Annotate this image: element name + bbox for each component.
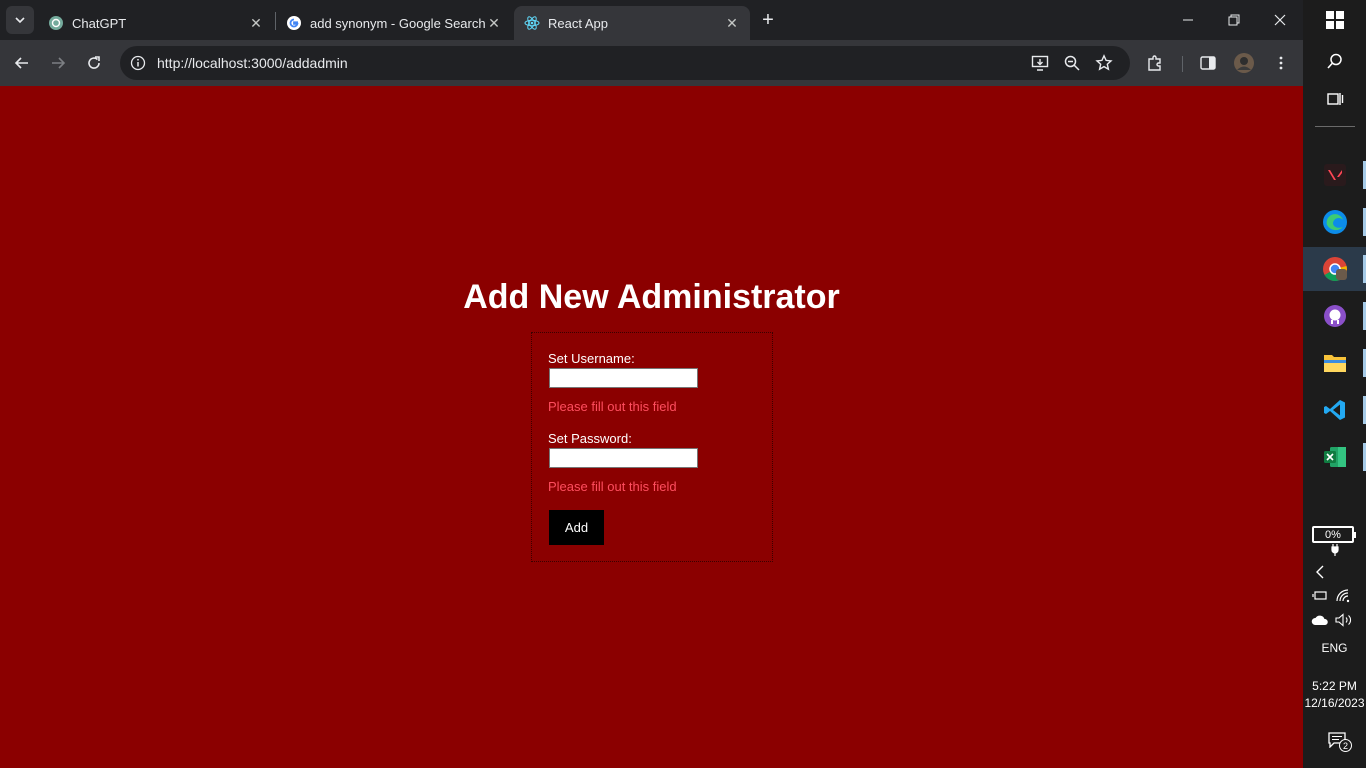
add-button[interactable]: Add (549, 510, 604, 545)
password-input[interactable] (549, 448, 698, 468)
taskbar-chrome[interactable] (1303, 247, 1366, 291)
tab-title: ChatGPT (72, 15, 127, 31)
forward-button[interactable] (43, 48, 73, 78)
site-info-icon[interactable] (128, 53, 148, 73)
extensions-icon[interactable] (1142, 50, 1168, 76)
folder-icon (1323, 355, 1346, 372)
profile-avatar[interactable] (1231, 50, 1257, 76)
vscode-icon (1323, 400, 1345, 420)
username-label: Set Username: (548, 351, 635, 366)
restore-button[interactable] (1211, 0, 1257, 40)
battery-indicator[interactable]: 0% (1312, 526, 1356, 543)
tab-chatgpt[interactable]: ChatGPT ✕ (38, 6, 274, 40)
password-label: Set Password: (548, 431, 632, 446)
close-window-button[interactable] (1257, 0, 1303, 40)
close-icon[interactable]: ✕ (248, 15, 264, 31)
taskbar-edge[interactable] (1303, 200, 1366, 244)
zoom-out-icon[interactable] (1062, 53, 1082, 73)
username-error: Please fill out this field (548, 399, 677, 414)
tab-title: add synonym - Google Search (310, 15, 486, 31)
reload-button[interactable] (79, 48, 109, 78)
minimize-button[interactable] (1165, 0, 1211, 40)
menu-kebab-icon[interactable] (1268, 50, 1294, 76)
address-bar[interactable]: http://localhost:3000/addadmin (120, 46, 1130, 80)
browser-window: ChatGPT ✕ add synonym - Google Search ✕ … (0, 0, 1303, 768)
bookmark-star-icon[interactable] (1094, 53, 1114, 73)
battery-percent: 0% (1325, 528, 1341, 541)
chevron-left-icon (1316, 565, 1324, 579)
password-error: Please fill out this field (548, 479, 677, 494)
add-admin-form: Set Username: Please fill out this field… (531, 332, 773, 562)
task-view-button[interactable] (1303, 88, 1366, 110)
excel-icon (1323, 447, 1346, 467)
valorant-icon (1323, 164, 1346, 186)
close-icon[interactable]: ✕ (486, 15, 502, 31)
clock-date[interactable]: 12/16/2023 (1303, 696, 1366, 710)
page-title: Add New Administrator (463, 278, 840, 316)
start-button[interactable] (1303, 8, 1366, 32)
install-app-icon[interactable] (1030, 53, 1050, 73)
username-input[interactable] (549, 368, 698, 388)
new-tab-button[interactable]: + (756, 8, 780, 32)
arrow-right-icon (52, 57, 66, 69)
language-indicator[interactable]: ENG (1303, 641, 1366, 655)
show-hidden-icons-button[interactable] (1309, 563, 1331, 581)
close-icon[interactable]: ✕ (724, 15, 740, 31)
chatgpt-icon (48, 15, 64, 31)
clock-time[interactable]: 5:22 PM (1303, 679, 1366, 693)
taskbar-vscode[interactable] (1303, 388, 1366, 432)
search-icon (1326, 53, 1342, 69)
page-content: Add New Administrator Set Username: Plea… (0, 86, 1303, 768)
task-view-icon (1326, 93, 1343, 105)
chevron-down-icon (15, 17, 25, 24)
volume-icon[interactable] (1333, 612, 1355, 628)
restore-icon (1228, 14, 1240, 26)
back-button[interactable] (7, 48, 37, 78)
notification-count-badge: 2 (1339, 739, 1352, 752)
react-icon (524, 15, 540, 31)
taskbar-file-explorer[interactable] (1303, 341, 1366, 385)
tab-google-search[interactable]: add synonym - Google Search ✕ (276, 6, 512, 40)
google-icon (286, 15, 302, 31)
tab-react-app[interactable]: React App ✕ (514, 6, 750, 40)
tab-search-button[interactable] (6, 6, 34, 34)
onedrive-icon[interactable] (1309, 612, 1331, 628)
github-icon (1323, 305, 1346, 327)
toolbar-divider (1182, 56, 1183, 72)
wifi-icon[interactable] (1333, 588, 1355, 604)
chrome-icon (1322, 257, 1347, 282)
minimize-icon (1183, 19, 1193, 21)
tab-bar: ChatGPT ✕ add synonym - Google Search ✕ … (0, 0, 1303, 40)
charging-plug-icon (1303, 544, 1366, 556)
reload-icon (88, 56, 100, 69)
side-panel-icon[interactable] (1195, 50, 1221, 76)
edge-icon (1322, 210, 1347, 234)
windows-logo-icon (1325, 11, 1344, 29)
taskbar-search-button[interactable] (1303, 50, 1366, 72)
taskbar-valorant[interactable] (1303, 153, 1366, 197)
url-text[interactable]: http://localhost:3000/addadmin (157, 55, 348, 71)
taskbar-github-desktop[interactable] (1303, 294, 1366, 338)
arrow-left-icon (14, 57, 28, 69)
notification-center-button[interactable]: 2 (1322, 728, 1352, 752)
close-icon (1274, 14, 1286, 26)
tab-title: React App (548, 15, 608, 31)
taskbar-divider (1315, 126, 1355, 127)
battery-saver-icon[interactable] (1309, 588, 1331, 604)
taskbar-excel[interactable] (1303, 435, 1366, 479)
